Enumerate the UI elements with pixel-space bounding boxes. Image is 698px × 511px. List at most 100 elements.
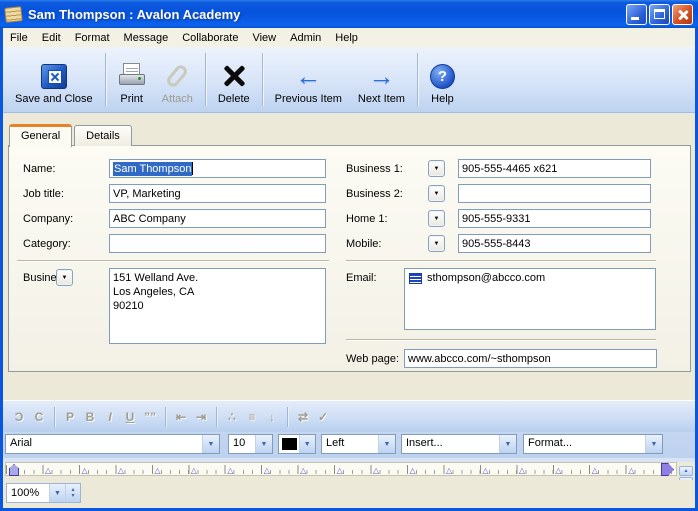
section-divider — [346, 339, 656, 341]
menu-view[interactable]: View — [245, 30, 283, 46]
email-label: Email: — [346, 272, 377, 284]
zoom-spinner[interactable]: ▴ ▾ — [65, 484, 80, 502]
home1-selector-button[interactable]: ▼ — [428, 210, 445, 227]
category-input[interactable] — [109, 234, 326, 253]
tabstop-marker[interactable]: △ — [118, 467, 124, 475]
toolbar-separator — [205, 53, 206, 106]
maximize-button[interactable] — [649, 4, 670, 25]
help-button[interactable]: ? Help — [422, 47, 463, 112]
client-area: File Edit Format Message Collaborate Vie… — [3, 28, 695, 508]
font-family-combo[interactable]: Arial ▼ — [5, 434, 220, 454]
save-and-close-label: Save and Close — [15, 93, 93, 105]
section-divider — [17, 260, 329, 262]
delete-button[interactable]: Delete — [210, 47, 258, 112]
titlebar[interactable]: Sam Thompson : Avalon Academy — [0, 0, 698, 28]
move-down-icon: ↓ — [262, 410, 282, 424]
business1-input[interactable] — [458, 159, 651, 178]
tabstop-marker[interactable]: △ — [264, 467, 270, 475]
chevron-down-icon[interactable]: ▼ — [299, 435, 315, 453]
business-address-selector-button[interactable]: ▼ — [56, 269, 73, 286]
business-address-input[interactable]: 151 Welland Ave. Los Angeles, CA 90210 — [109, 268, 326, 344]
next-item-label: Next Item — [358, 93, 405, 105]
email-address-icon — [409, 273, 422, 284]
toolbar-separator — [262, 53, 263, 106]
menu-help[interactable]: Help — [328, 30, 365, 46]
job-title-input[interactable] — [109, 184, 326, 203]
tabstop-marker[interactable]: △ — [81, 467, 87, 475]
chevron-down-icon[interactable]: ▼ — [378, 435, 395, 453]
toolbar-separator — [417, 53, 418, 106]
print-icon — [118, 63, 146, 89]
tabstop-marker[interactable]: △ — [592, 467, 598, 475]
business2-input[interactable] — [458, 184, 651, 203]
zoom-down-icon[interactable]: ▾ — [71, 493, 74, 499]
tabstop-marker[interactable]: △ — [519, 467, 525, 475]
close-button[interactable] — [672, 4, 693, 25]
mobile-selector-button[interactable]: ▼ — [428, 235, 445, 252]
format-combo[interactable]: Format... ▼ — [523, 434, 663, 454]
menu-format[interactable]: Format — [68, 30, 117, 46]
tabstop-marker[interactable]: △ — [628, 467, 634, 475]
scroll-up-button[interactable]: ▴ — [679, 466, 693, 476]
tabstop-marker[interactable]: △ — [446, 467, 452, 475]
dropdown-triangle-icon: ▼ — [62, 275, 68, 281]
chevron-down-icon[interactable]: ▼ — [255, 435, 272, 453]
font-color-combo[interactable]: ▼ — [278, 434, 316, 454]
business2-selector-button[interactable]: ▼ — [428, 185, 445, 202]
tabstop-marker[interactable]: △ — [300, 467, 306, 475]
tabstop-marker[interactable]: △ — [337, 467, 343, 475]
formatting-toolbar: Ɔ C P B I U ”” ⇤ ⇥ ∴ ≡ ↓ ⇄ ✓ — [3, 400, 695, 432]
format-separator — [287, 407, 288, 427]
next-item-button[interactable]: → Next Item — [350, 47, 413, 112]
tabstop-marker[interactable]: △ — [191, 467, 197, 475]
home1-input[interactable] — [458, 209, 651, 228]
menu-message[interactable]: Message — [117, 30, 176, 46]
webpage-input[interactable] — [404, 349, 657, 368]
company-input[interactable] — [109, 209, 326, 228]
tabstop-marker[interactable]: △ — [154, 467, 160, 475]
menu-collaborate[interactable]: Collaborate — [175, 30, 245, 46]
tabstop-marker[interactable]: △ — [410, 467, 416, 475]
chevron-down-icon[interactable]: ▼ — [645, 435, 662, 453]
alignment-combo[interactable]: Left ▼ — [321, 434, 396, 454]
attach-label: Attach — [162, 93, 193, 105]
delete-x-icon — [221, 63, 247, 89]
font-size-value: 10 — [229, 435, 255, 453]
chevron-down-icon[interactable]: ▼ — [499, 435, 516, 453]
insert-combo[interactable]: Insert... ▼ — [401, 434, 517, 454]
undo-icon: Ɔ — [9, 410, 29, 424]
tabstop-marker[interactable]: △ — [555, 467, 561, 475]
minimize-button[interactable] — [626, 4, 647, 25]
company-label: Company: — [23, 213, 73, 225]
print-button[interactable]: Print — [110, 47, 154, 112]
zoom-control: 100% ▼ ▴ ▾ — [6, 483, 81, 503]
main-toolbar: Save and Close Print Attach Delete ← Pre… — [3, 47, 695, 113]
tabstop-marker[interactable]: △ — [373, 467, 379, 475]
quote-icon: ”” — [140, 410, 160, 424]
zoom-dropdown-button[interactable]: ▼ — [49, 484, 65, 502]
tabstop-marker[interactable]: △ — [45, 467, 51, 475]
menu-admin[interactable]: Admin — [283, 30, 328, 46]
name-selected-text: Sam Thompson — [113, 162, 192, 176]
tab-details[interactable]: Details — [74, 125, 132, 146]
print-label: Print — [120, 93, 143, 105]
tab-general[interactable]: General — [9, 124, 72, 147]
save-and-close-button[interactable]: Save and Close — [7, 47, 101, 112]
dropdown-triangle-icon: ▼ — [434, 191, 440, 197]
business1-selector-button[interactable]: ▼ — [428, 160, 445, 177]
help-question-icon: ? — [430, 64, 455, 89]
chevron-down-icon[interactable]: ▼ — [202, 435, 219, 453]
left-arrow-icon: ← — [295, 63, 321, 89]
italic-icon: I — [100, 410, 120, 424]
font-size-combo[interactable]: 10 ▼ — [228, 434, 273, 454]
tabstrip: General Details — [9, 122, 134, 146]
menu-file[interactable]: File — [3, 30, 35, 46]
tabstop-marker[interactable]: △ — [227, 467, 233, 475]
menu-edit[interactable]: Edit — [35, 30, 68, 46]
ruler[interactable]: △ △ △ △ △ △ △ △ △ △ △ △ △ △ △ △ △ — [5, 462, 677, 476]
mobile-input[interactable] — [458, 234, 651, 253]
name-input[interactable]: Sam Thompson — [109, 159, 326, 178]
email-input[interactable]: sthompson@abcco.com — [404, 268, 656, 330]
tabstop-marker[interactable]: △ — [482, 467, 488, 475]
previous-item-button[interactable]: ← Previous Item — [267, 47, 350, 112]
